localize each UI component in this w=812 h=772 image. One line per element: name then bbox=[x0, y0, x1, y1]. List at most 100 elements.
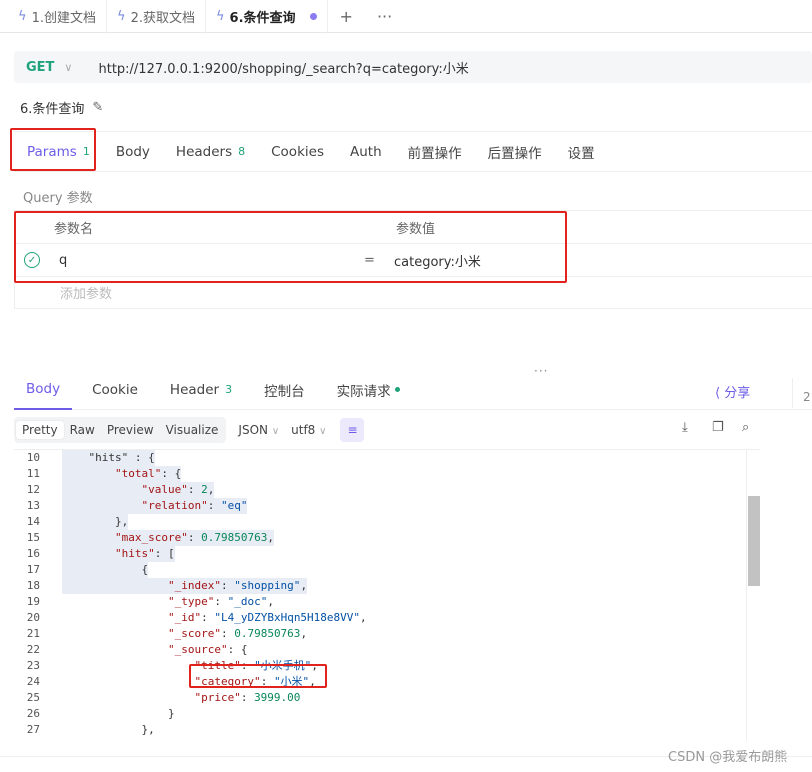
url-bar: GET ∨ http://127.0.0.1:9200/shopping/_se… bbox=[14, 51, 812, 83]
mode-raw[interactable]: Raw bbox=[64, 421, 101, 439]
line-number: 11 bbox=[26, 467, 40, 480]
tab-count: 3 bbox=[225, 383, 233, 396]
line-number: 22 bbox=[26, 643, 40, 656]
code-line: 20 "_id": "L4_yDZYBxHqn5H18e8VV", bbox=[14, 610, 760, 626]
response-code-view[interactable]: 10 "hits" : {11 "total": {12 "value": 2,… bbox=[14, 449, 760, 741]
code-line: 12 "value": 2, bbox=[14, 482, 760, 498]
line-number: 19 bbox=[26, 595, 40, 608]
tab-label: 实际请求 bbox=[336, 383, 391, 400]
line-number: 16 bbox=[26, 547, 40, 560]
tab-label: 前置操作 bbox=[407, 145, 462, 162]
code-line: 23 "title": "小米手机", bbox=[14, 658, 760, 674]
scrollbar-thumb[interactable] bbox=[748, 496, 760, 586]
code-line: 19 "_type": "_doc", bbox=[14, 594, 760, 610]
tab-label: 1.创建文档 bbox=[31, 10, 96, 26]
resp-tab-console[interactable]: 控制台 bbox=[252, 370, 317, 410]
tab-auth[interactable]: Auth bbox=[337, 132, 395, 172]
code-line: 28 { bbox=[14, 738, 760, 741]
bolt-icon: ϟ bbox=[18, 8, 27, 24]
resp-tab-cookie[interactable]: Cookie bbox=[80, 370, 150, 410]
line-number: 15 bbox=[26, 531, 40, 544]
code-line: 22 "_source": { bbox=[14, 642, 760, 658]
resp-tab-body[interactable]: Body bbox=[14, 370, 73, 410]
chevron-down-icon: ∨ bbox=[271, 426, 280, 437]
tab-label: 设置 bbox=[567, 145, 595, 162]
status-dot-icon bbox=[394, 387, 400, 392]
url-input[interactable]: http://127.0.0.1:9200/shopping/_search?q… bbox=[98, 58, 468, 77]
method-select[interactable]: GET bbox=[26, 60, 54, 75]
code-text: "_score": 0.79850763, bbox=[167, 627, 308, 640]
code-scrollbar[interactable] bbox=[746, 449, 760, 741]
line-number: 24 bbox=[26, 675, 40, 688]
params-table-highlight-box bbox=[14, 211, 567, 283]
tab-label: Header bbox=[169, 381, 220, 398]
share-button[interactable]: ⟨ 分享 bbox=[715, 382, 750, 401]
code-text: "_source": { bbox=[167, 643, 248, 656]
search-icon[interactable]: ⌕ bbox=[742, 420, 749, 435]
line-number: 27 bbox=[26, 723, 40, 736]
code-text: { bbox=[62, 562, 149, 578]
code-line: 24 "category": "小米", bbox=[14, 674, 760, 690]
download-icon[interactable]: ⤓ bbox=[682, 420, 688, 435]
tab-create-doc[interactable]: ϟ 1.创建文档 bbox=[8, 0, 107, 33]
code-line: 18 "_index": "shopping", bbox=[14, 578, 760, 594]
code-line: 26 } bbox=[14, 706, 760, 722]
code-text: { bbox=[62, 738, 148, 741]
code-text: }, bbox=[62, 514, 129, 530]
code-line: 13 "relation": "eq" bbox=[14, 498, 760, 514]
tab-cookies[interactable]: Cookies bbox=[258, 132, 337, 172]
code-line: 15 "max_score": 0.79850763, bbox=[14, 530, 760, 546]
request-name: 6.条件查询 bbox=[20, 102, 85, 117]
code-text: "_type": "_doc", bbox=[167, 595, 274, 608]
chevron-down-icon[interactable]: ∨ bbox=[64, 61, 72, 74]
line-number: 13 bbox=[26, 499, 40, 512]
add-tab-button[interactable]: + bbox=[328, 7, 365, 26]
tab-body[interactable]: Body bbox=[103, 132, 163, 172]
code-line: 27 }, bbox=[14, 722, 760, 738]
code-line: 17 { bbox=[14, 562, 760, 578]
tab-label: Body bbox=[26, 380, 61, 397]
request-section-tabs: Params 1 Body Headers 8 Cookies Auth 前置操… bbox=[14, 131, 812, 172]
share-label: 分享 bbox=[724, 386, 751, 401]
add-param-input[interactable]: 添加参数 bbox=[60, 283, 112, 302]
code-text: "value": 2, bbox=[62, 482, 215, 498]
mode-visualize[interactable]: Visualize bbox=[160, 421, 225, 439]
encoding-select[interactable]: utf8 ∨ bbox=[291, 423, 326, 437]
format-type-select[interactable]: JSON ∨ bbox=[238, 423, 279, 437]
tab-label: Auth bbox=[349, 143, 382, 160]
code-line: 21 "_score": 0.79850763, bbox=[14, 626, 760, 642]
code-line: 10 "hits" : { bbox=[14, 450, 760, 466]
code-text: "relation": "eq" bbox=[62, 498, 248, 514]
tab-label: Headers bbox=[175, 143, 233, 160]
bolt-icon: ϟ bbox=[215, 8, 225, 24]
code-line: 16 "hits": [ bbox=[14, 546, 760, 562]
code-text: "total": { bbox=[62, 466, 182, 482]
copy-icon[interactable]: ❐ bbox=[712, 420, 724, 435]
mode-preview[interactable]: Preview bbox=[101, 421, 160, 439]
tab-pre-request[interactable]: 前置操作 bbox=[395, 132, 475, 172]
line-number: 20 bbox=[26, 611, 40, 624]
bolt-icon: ϟ bbox=[116, 8, 126, 24]
tab-post-request[interactable]: 后置操作 bbox=[475, 132, 555, 172]
tab-settings[interactable]: 设置 bbox=[555, 132, 608, 172]
code-text: "max_score": 0.79850763, bbox=[62, 530, 274, 546]
more-tabs-button[interactable]: ··· bbox=[365, 7, 404, 26]
tab-headers[interactable]: Headers 8 bbox=[163, 132, 258, 172]
resp-tab-actual-request[interactable]: 实际请求 bbox=[325, 370, 412, 410]
request-tab-bar: ϟ 1.创建文档 ϟ 2.获取文档 ϟ 6.条件查询 + ··· bbox=[0, 0, 812, 33]
tab-label: 控制台 bbox=[264, 383, 305, 400]
resp-tab-header[interactable]: Header 3 bbox=[158, 370, 244, 410]
tab-get-doc[interactable]: ϟ 2.获取文档 bbox=[107, 0, 206, 33]
code-text: "_id": "L4_yDZYBxHqn5H18e8VV", bbox=[167, 611, 367, 624]
code-text: "_index": "shopping", bbox=[62, 578, 308, 594]
tab-conditional-query[interactable]: ϟ 6.条件查询 bbox=[206, 0, 328, 33]
chevron-down-icon: ∨ bbox=[319, 426, 327, 437]
code-line: 14 }, bbox=[14, 514, 760, 530]
tab-label: 6.条件查询 bbox=[229, 10, 296, 26]
wrap-lines-icon[interactable]: ≡ bbox=[340, 418, 365, 442]
tab-label: Cookie bbox=[92, 381, 138, 398]
format-bar: Pretty Raw Preview Visualize JSON ∨ utf8… bbox=[14, 416, 764, 444]
edit-icon[interactable]: ✎ bbox=[92, 100, 103, 115]
mode-pretty[interactable]: Pretty bbox=[16, 421, 64, 439]
tab-label: Body bbox=[115, 143, 150, 160]
